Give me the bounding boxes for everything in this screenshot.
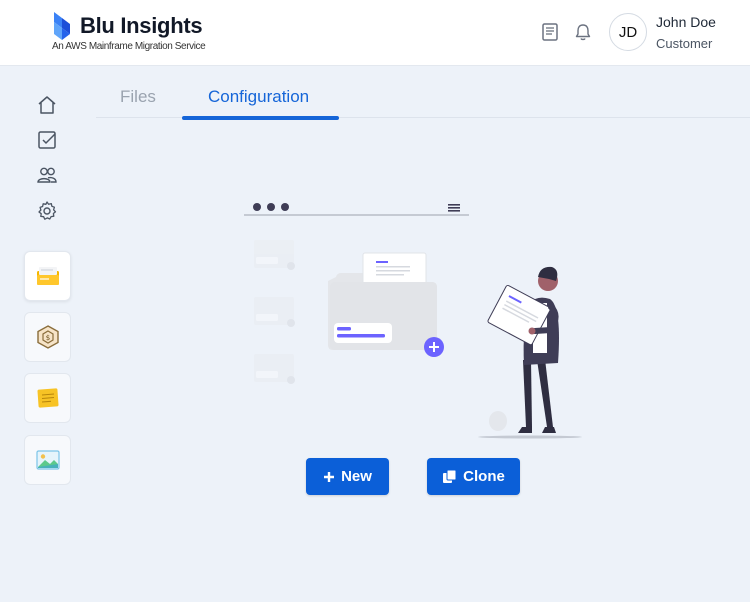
brand-subtitle: An AWS Mainframe Migration Service: [52, 41, 206, 52]
svg-text:$: $: [45, 334, 49, 342]
sidebar-tile-codebase[interactable]: [24, 251, 71, 301]
notes-icon: [36, 388, 59, 408]
new-button[interactable]: New: [306, 458, 389, 495]
sidebar-tile-notes[interactable]: [24, 373, 71, 423]
codebase-folder-icon: [36, 267, 59, 285]
home-icon[interactable]: [36, 94, 58, 116]
user-name: John Doe: [656, 14, 716, 30]
top-header: Blu Insights An AWS Mainframe Migration …: [0, 0, 750, 66]
tab-configuration[interactable]: Configuration: [208, 87, 309, 107]
tab-files[interactable]: Files: [120, 87, 156, 107]
avatar[interactable]: JD: [609, 13, 647, 51]
image-icon: [35, 450, 60, 470]
checklist-icon[interactable]: [36, 129, 58, 151]
sidebar-tile-badge[interactable]: $: [24, 312, 71, 362]
brand-title: Blu Insights: [80, 13, 203, 38]
hexagon-badge-icon: $: [36, 325, 59, 349]
user-role: Customer: [656, 36, 713, 51]
bell-icon[interactable]: [573, 22, 593, 42]
copy-icon: [443, 469, 457, 483]
new-button-label: New: [341, 468, 372, 485]
users-icon[interactable]: [36, 164, 58, 186]
active-tab-indicator: [182, 116, 339, 120]
plus-icon: [324, 471, 335, 482]
clone-button-label: Clone: [463, 468, 505, 485]
book-icon[interactable]: [540, 22, 560, 42]
clone-button[interactable]: Clone: [427, 458, 520, 495]
blu-logo-icon: [54, 12, 70, 40]
gear-icon[interactable]: [36, 200, 58, 222]
sidebar-tile-image[interactable]: [24, 435, 71, 485]
empty-state-illustration: [244, 203, 582, 439]
